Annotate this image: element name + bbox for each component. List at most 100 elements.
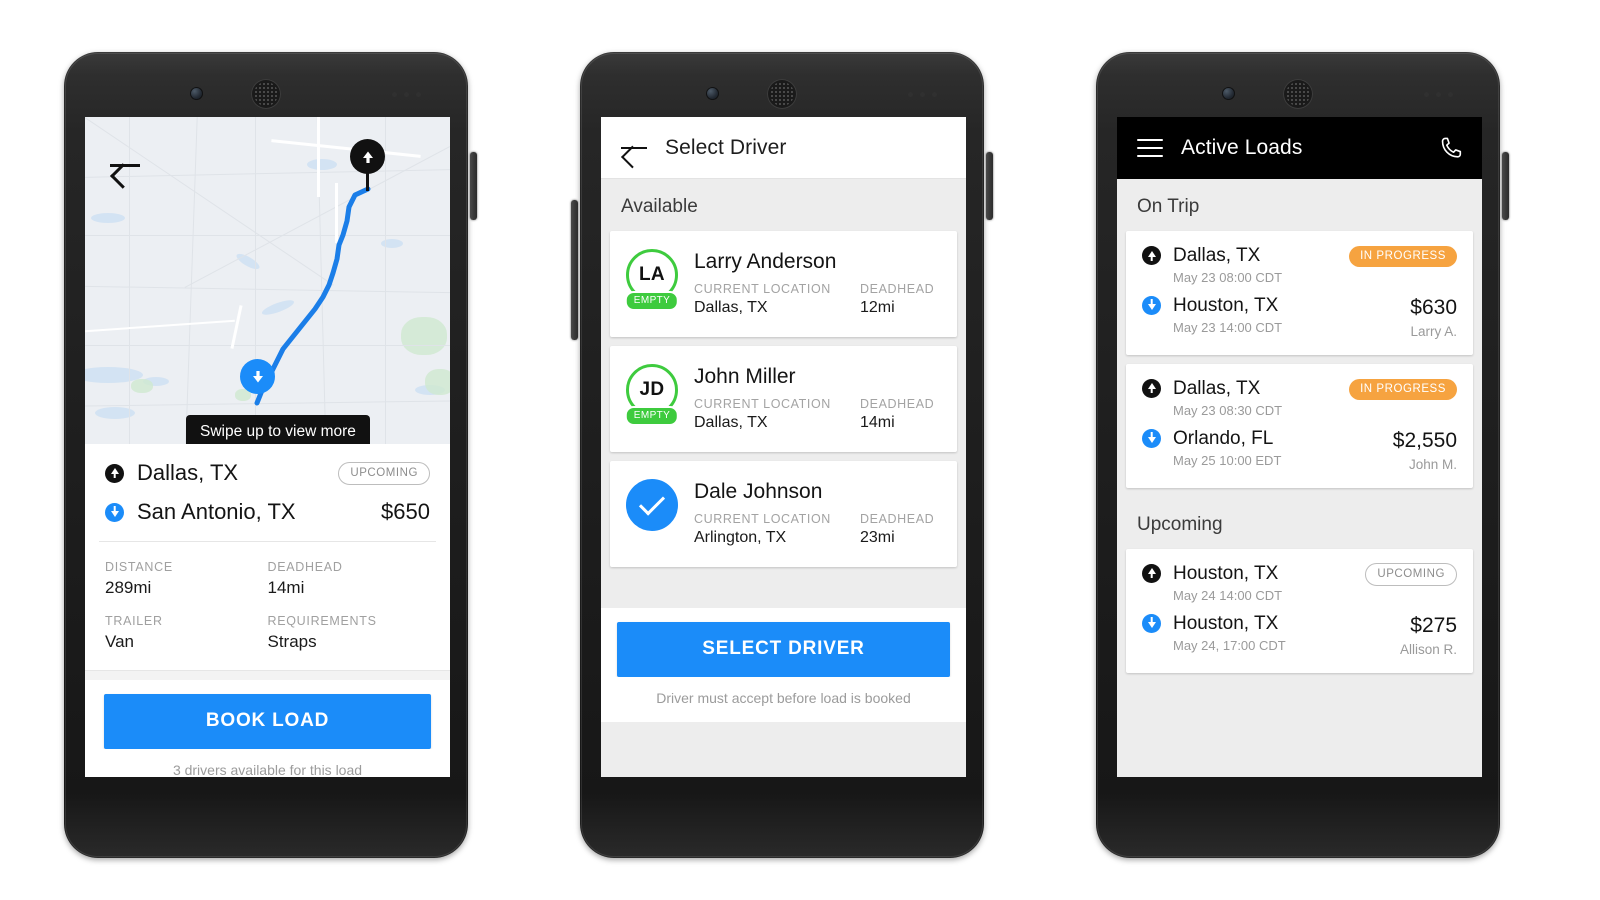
driver-name: Dale Johnson bbox=[694, 480, 823, 503]
selected-check-icon bbox=[626, 479, 678, 531]
map-pickup-pin bbox=[350, 139, 385, 191]
driver-location: CURRENT LOCATION Dallas, TX bbox=[694, 282, 860, 317]
status-badge: UPCOMING bbox=[338, 461, 430, 485]
deadhead-label: DEADHEAD bbox=[860, 397, 935, 411]
status-badge: IN PROGRESS bbox=[1349, 378, 1457, 400]
meta-trailer-label: TRAILER bbox=[105, 614, 163, 628]
map-back-button[interactable] bbox=[110, 153, 140, 177]
current-location-value: Dallas, TX bbox=[694, 299, 768, 316]
destination-time: May 23 14:00 CDT bbox=[1173, 319, 1283, 335]
pickup-arrow-icon bbox=[1142, 563, 1161, 583]
driver-card[interactable]: LA EMPTY Larry Anderson CURRENT LOCATION… bbox=[610, 231, 957, 337]
front-camera-icon bbox=[706, 87, 719, 100]
current-location-value: Arlington, TX bbox=[694, 529, 787, 546]
load-detail-sheet: Dallas, TX UPCOMING San Antonio, TX $650… bbox=[85, 444, 450, 777]
phone-2-power-button[interactable] bbox=[986, 152, 993, 220]
origin-time: May 23 08:30 CDT bbox=[1173, 402, 1283, 418]
driver-deadhead: DEADHEAD 12mi bbox=[860, 282, 934, 317]
active-loads-appbar: Active Loads bbox=[1117, 117, 1482, 179]
phone-1: Swipe up to view more Dallas, TX UPCOMIN… bbox=[64, 52, 477, 858]
dropoff-arrow-icon bbox=[1142, 428, 1161, 448]
deadhead-value: 12mi bbox=[860, 299, 895, 316]
load-card[interactable]: Dallas, TX May 23 08:30 CDT IN PROGRESS … bbox=[1126, 363, 1473, 488]
load-card[interactable]: Houston, TX May 24 14:00 CDT UPCOMING Ho… bbox=[1126, 548, 1473, 673]
load-driver: John M. bbox=[1408, 456, 1457, 472]
meta-trailer-value: Van bbox=[105, 632, 134, 651]
driver-card-selected[interactable]: Dale Johnson CURRENT LOCATION Arlington,… bbox=[610, 461, 957, 567]
meta-deadhead-label: DEADHEAD bbox=[267, 560, 343, 574]
phone-3: Active Loads On Trip Dallas, TX May 23 0… bbox=[1096, 52, 1509, 858]
empty-status-badge: EMPTY bbox=[624, 405, 680, 426]
destination-time: May 24, 17:00 CDT bbox=[1173, 637, 1286, 653]
phone-2-screen: Select Driver Available LA EMPTY Larry A… bbox=[601, 117, 966, 777]
pickup-arrow-icon bbox=[105, 463, 124, 483]
driver-card[interactable]: JD EMPTY John Miller CURRENT LOCATION Da… bbox=[610, 346, 957, 452]
avatar: JD EMPTY bbox=[624, 364, 680, 426]
pickup-arrow-icon bbox=[1142, 378, 1161, 398]
current-location-value: Dallas, TX bbox=[694, 414, 768, 431]
phone-3-screen: Active Loads On Trip Dallas, TX May 23 0… bbox=[1117, 117, 1482, 777]
destination-city: Orlando, FL bbox=[1173, 427, 1274, 449]
avatar: LA EMPTY bbox=[624, 249, 680, 311]
origin-city: Dallas, TX bbox=[1173, 377, 1261, 399]
deadhead-value: 14mi bbox=[860, 414, 895, 431]
meta-deadhead: DEADHEAD 14mi bbox=[268, 560, 431, 598]
phone-2-volume-button[interactable] bbox=[571, 200, 578, 340]
load-meta-grid: DISTANCE 289mi DEADHEAD 14mi TRAILER Van… bbox=[85, 542, 450, 670]
destination-city: Houston, TX bbox=[1173, 612, 1279, 634]
deadhead-label: DEADHEAD bbox=[860, 512, 935, 526]
route-map[interactable]: Swipe up to view more bbox=[85, 117, 450, 444]
page-title: Active Loads bbox=[1181, 136, 1303, 159]
driver-accept-note: Driver must accept before load is booked bbox=[601, 677, 966, 722]
page-title: Select Driver bbox=[665, 135, 787, 159]
origin-row: Dallas, TX May 23 08:30 CDT IN PROGRESS bbox=[1142, 377, 1457, 418]
origin-row: Dallas, TX May 23 08:00 CDT IN PROGRESS bbox=[1142, 246, 1457, 285]
deadhead-value: 23mi bbox=[860, 529, 895, 546]
phone-1-power-button[interactable] bbox=[470, 152, 477, 220]
driver-deadhead: DEADHEAD 23mi bbox=[860, 512, 934, 547]
origin-city: Houston, TX bbox=[1173, 562, 1279, 584]
screenshot-stage: Swipe up to view more Dallas, TX UPCOMIN… bbox=[0, 0, 1600, 900]
load-price: $2,550 bbox=[1392, 428, 1457, 452]
phone-3-power-button[interactable] bbox=[1502, 152, 1509, 220]
status-badge: UPCOMING bbox=[1365, 562, 1457, 586]
deadhead-label: DEADHEAD bbox=[860, 282, 935, 296]
select-driver-button[interactable]: SELECT DRIVER bbox=[617, 622, 950, 677]
load-price: $650 bbox=[381, 499, 430, 524]
front-camera-icon bbox=[190, 87, 203, 100]
destination-row: Orlando, FL May 25 10:00 EDT $2,550 John… bbox=[1142, 427, 1457, 472]
front-camera-icon bbox=[1222, 87, 1235, 100]
destination-city: Houston, TX bbox=[1173, 294, 1279, 316]
meta-distance-label: DISTANCE bbox=[105, 560, 173, 574]
destination-time: May 25 10:00 EDT bbox=[1173, 452, 1282, 468]
meta-requirements-value: Straps bbox=[267, 632, 317, 651]
sensor-dots-icon bbox=[392, 92, 421, 97]
origin-city: Dallas, TX bbox=[1173, 245, 1261, 266]
book-load-button[interactable]: BOOK LOAD bbox=[104, 694, 431, 749]
dropoff-arrow-icon bbox=[1142, 613, 1161, 633]
meta-deadhead-value: 14mi bbox=[267, 578, 305, 597]
meta-distance: DISTANCE 289mi bbox=[105, 560, 268, 598]
origin-time: May 24 14:00 CDT bbox=[1173, 587, 1283, 603]
current-location-label: CURRENT LOCATION bbox=[694, 282, 831, 296]
empty-status-badge: EMPTY bbox=[624, 290, 680, 311]
dropoff-arrow-icon bbox=[105, 502, 124, 522]
phone-1-screen: Swipe up to view more Dallas, TX UPCOMIN… bbox=[85, 117, 450, 777]
sensor-dots-icon bbox=[1424, 92, 1453, 97]
map-dropoff-pin bbox=[240, 359, 275, 394]
origin-row: Houston, TX May 24 14:00 CDT UPCOMING bbox=[1142, 562, 1457, 603]
phone-call-icon[interactable] bbox=[1438, 135, 1464, 161]
drivers-available-note: 3 drivers available for this load bbox=[85, 749, 450, 777]
origin-city: Dallas, TX bbox=[137, 460, 239, 485]
load-card[interactable]: Dallas, TX May 23 08:00 CDT IN PROGRESS … bbox=[1126, 231, 1473, 355]
swipe-up-tooltip: Swipe up to view more bbox=[186, 415, 370, 444]
meta-requirements-label: REQUIREMENTS bbox=[267, 614, 377, 628]
back-arrow-icon[interactable] bbox=[621, 137, 647, 159]
list-bottom-spacer bbox=[601, 576, 966, 608]
driver-location: CURRENT LOCATION Dallas, TX bbox=[694, 397, 860, 432]
book-load-area: BOOK LOAD bbox=[85, 680, 450, 749]
destination-row: San Antonio, TX $650 bbox=[105, 499, 430, 525]
dropoff-arrow-icon bbox=[1142, 295, 1161, 315]
meta-trailer: TRAILER Van bbox=[105, 614, 268, 652]
hamburger-menu-icon[interactable] bbox=[1137, 139, 1163, 157]
